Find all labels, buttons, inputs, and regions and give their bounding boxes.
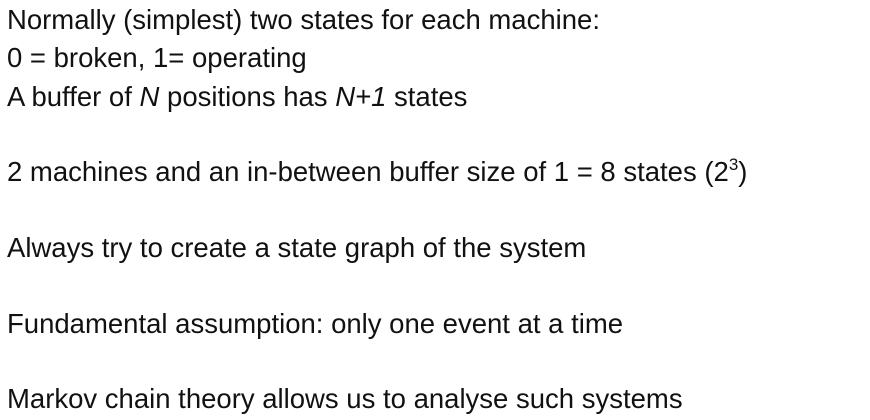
buffer-text-part1: A buffer of (7, 81, 140, 112)
text-line-machine-states: Normally (simplest) two states for each … (7, 4, 600, 35)
text-line-state-graph: Always try to create a state graph of th… (7, 232, 587, 263)
text-line-fundamental-assumption: Fundamental assumption: only one event a… (7, 308, 624, 339)
eight-states-text: 2 machines and an in-between buffer size… (7, 156, 729, 187)
closing-paren: ) (738, 156, 748, 187)
buffer-variable-n: N (139, 81, 160, 112)
slide-content: Normally (simplest) two states for each … (7, 0, 867, 420)
buffer-text-part2: positions has (159, 81, 336, 112)
text-line-buffer-states: A buffer of N positions has N+1 states (7, 81, 467, 113)
buffer-variable-n-plus-1: N+1 (335, 81, 387, 112)
buffer-text-part3: states (386, 81, 468, 112)
text-line-state-definitions: 0 = broken, 1= operating (7, 42, 307, 73)
exponent: 3 (728, 155, 739, 174)
text-line-markov-chain: Markov chain theory allows us to analyse… (7, 383, 683, 414)
text-line-eight-states: 2 machines and an in-between buffer size… (7, 156, 747, 188)
